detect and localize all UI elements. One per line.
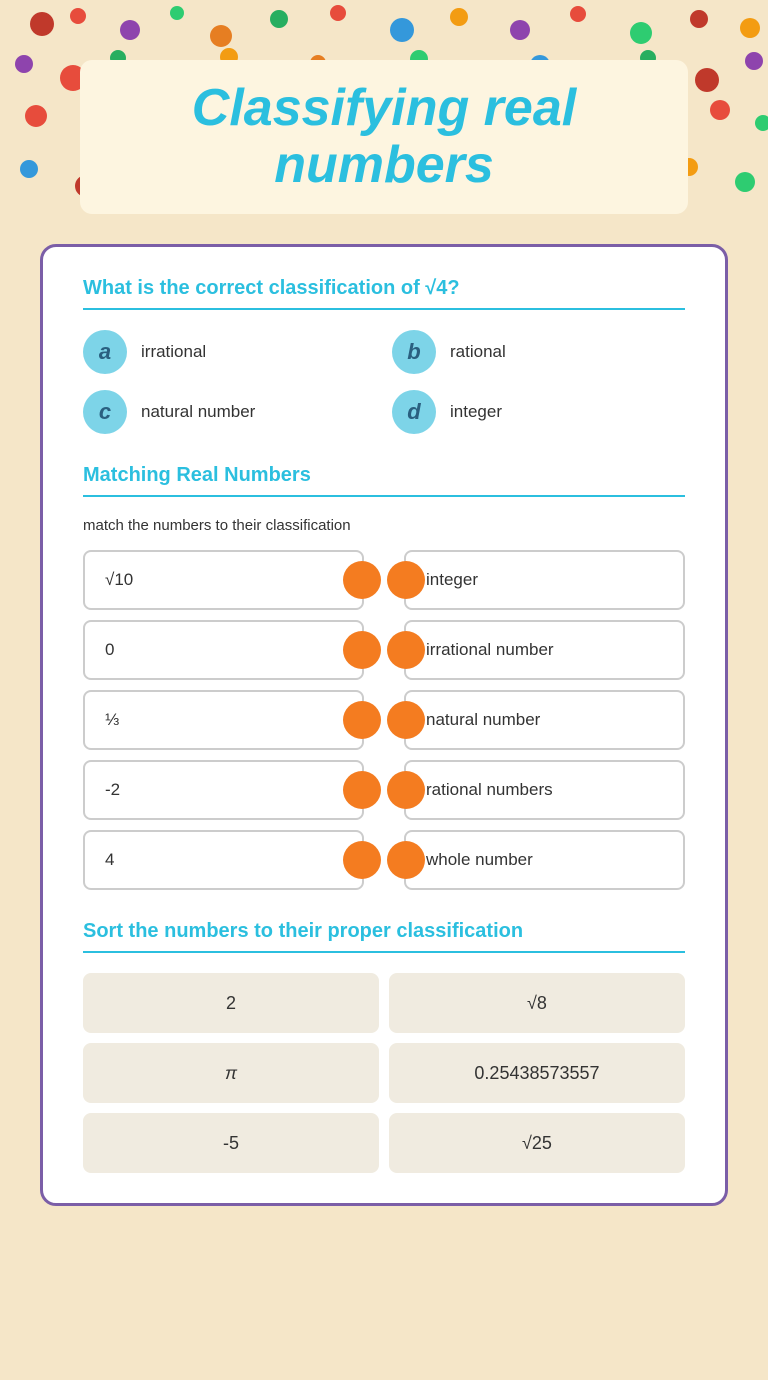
sort-cell[interactable]: π bbox=[83, 1043, 379, 1103]
match-right-wrapper: rational numbers bbox=[404, 760, 685, 820]
match-left-value: √10 bbox=[105, 570, 133, 590]
option-c-badge: c bbox=[83, 390, 127, 434]
question-title: What is the correct classification of √4… bbox=[83, 277, 685, 300]
match-left-value: 0 bbox=[105, 640, 114, 660]
sort-title: Sort the numbers to their proper classif… bbox=[83, 920, 685, 943]
match-right-wrapper: irrational number bbox=[404, 620, 685, 680]
match-left-box[interactable]: √10 bbox=[83, 550, 364, 610]
match-left-box[interactable]: 4 bbox=[83, 830, 364, 890]
match-left-box[interactable]: ⅓ bbox=[83, 690, 364, 750]
match-connector-dot-left bbox=[387, 561, 425, 599]
match-right-value: integer bbox=[426, 570, 478, 590]
match-right-value: natural number bbox=[426, 710, 540, 730]
option-d-label: integer bbox=[450, 402, 502, 422]
option-c-label: natural number bbox=[141, 402, 255, 422]
match-right-value: irrational number bbox=[426, 640, 554, 660]
match-right-box[interactable]: natural number bbox=[404, 690, 685, 750]
match-right-box[interactable]: integer bbox=[404, 550, 685, 610]
option-a[interactable]: a irrational bbox=[83, 330, 376, 374]
match-right-wrapper: whole number bbox=[404, 830, 685, 890]
match-left-wrapper: 4 bbox=[83, 830, 364, 890]
sort-cell[interactable]: 2 bbox=[83, 973, 379, 1033]
match-connector-dot-right bbox=[343, 841, 381, 879]
match-left-value: 4 bbox=[105, 850, 114, 870]
option-b-label: rational bbox=[450, 342, 506, 362]
title-area: Classifying real numbers bbox=[0, 0, 768, 244]
matching-divider bbox=[83, 495, 685, 497]
page-title: Classifying real numbers bbox=[120, 80, 648, 194]
match-right-box[interactable]: rational numbers bbox=[404, 760, 685, 820]
match-right-value: rational numbers bbox=[426, 780, 553, 800]
question-section: What is the correct classification of √4… bbox=[83, 277, 685, 434]
match-left-value: -2 bbox=[105, 780, 120, 800]
match-left-value: ⅓ bbox=[105, 710, 119, 730]
match-right-wrapper: natural number bbox=[404, 690, 685, 750]
match-left-box[interactable]: 0 bbox=[83, 620, 364, 680]
option-b-badge: b bbox=[392, 330, 436, 374]
options-grid: a irrational b rational c natural number… bbox=[83, 330, 685, 434]
match-connector-dot-right bbox=[343, 701, 381, 739]
match-right-box[interactable]: irrational number bbox=[404, 620, 685, 680]
sort-cell[interactable]: √25 bbox=[389, 1113, 685, 1173]
matching-grid: √10 integer 0 irrational number ⅓ natural num… bbox=[83, 550, 685, 890]
sort-grid: 2√8π0.25438573557-5√25 bbox=[83, 973, 685, 1173]
match-left-wrapper: -2 bbox=[83, 760, 364, 820]
option-a-badge: a bbox=[83, 330, 127, 374]
match-connector-dot-left bbox=[387, 841, 425, 879]
matching-title: Matching Real Numbers bbox=[83, 464, 685, 487]
match-connector-dot-left bbox=[387, 701, 425, 739]
match-connector-dot-left bbox=[387, 631, 425, 669]
option-d[interactable]: d integer bbox=[392, 390, 685, 434]
sort-cell[interactable]: 0.25438573557 bbox=[389, 1043, 685, 1103]
match-right-wrapper: integer bbox=[404, 550, 685, 610]
match-connector-dot-right bbox=[343, 561, 381, 599]
sort-divider bbox=[83, 951, 685, 953]
match-left-wrapper: 0 bbox=[83, 620, 364, 680]
match-left-box[interactable]: -2 bbox=[83, 760, 364, 820]
matching-instruction: match the numbers to their classificatio… bbox=[83, 517, 685, 534]
sort-cell[interactable]: -5 bbox=[83, 1113, 379, 1173]
match-connector-dot-right bbox=[343, 631, 381, 669]
sort-section: Sort the numbers to their proper classif… bbox=[83, 920, 685, 1173]
content-card: What is the correct classification of √4… bbox=[40, 244, 728, 1206]
sort-cell[interactable]: √8 bbox=[389, 973, 685, 1033]
matching-section: Matching Real Numbers match the numbers … bbox=[83, 464, 685, 890]
match-left-wrapper: ⅓ bbox=[83, 690, 364, 750]
match-right-value: whole number bbox=[426, 850, 533, 870]
title-box: Classifying real numbers bbox=[80, 60, 688, 214]
option-c[interactable]: c natural number bbox=[83, 390, 376, 434]
question-divider bbox=[83, 308, 685, 310]
match-connector-dot-right bbox=[343, 771, 381, 809]
match-connector-dot-left bbox=[387, 771, 425, 809]
option-a-label: irrational bbox=[141, 342, 206, 362]
match-left-wrapper: √10 bbox=[83, 550, 364, 610]
option-b[interactable]: b rational bbox=[392, 330, 685, 374]
option-d-badge: d bbox=[392, 390, 436, 434]
match-right-box[interactable]: whole number bbox=[404, 830, 685, 890]
